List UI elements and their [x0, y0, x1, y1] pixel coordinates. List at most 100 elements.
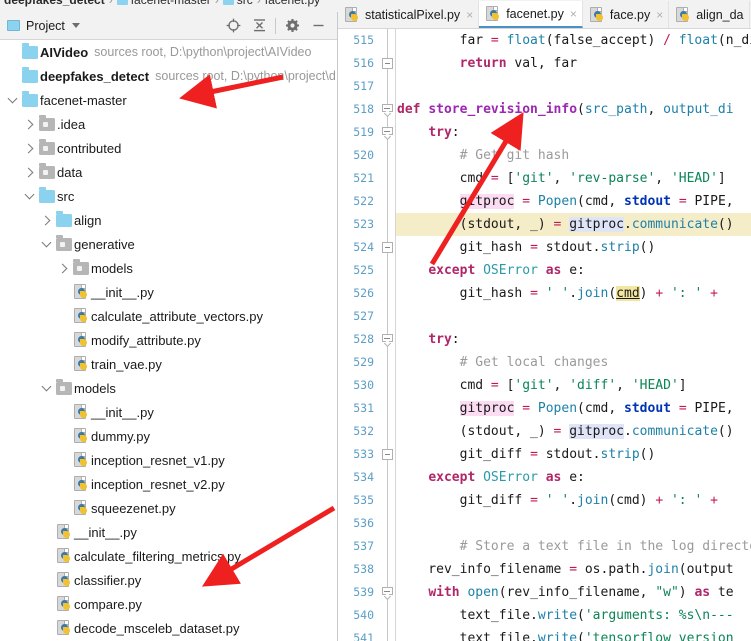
- tree-row[interactable]: src: [0, 184, 337, 208]
- tree-item-label: src: [57, 188, 75, 204]
- code-token: # Get local changes: [397, 355, 609, 370]
- code-token: cmd: [397, 378, 491, 393]
- chevron-down-icon[interactable]: [38, 376, 54, 400]
- editor-tab-bar[interactable]: statisticalPixel.py × facenet.py × face.py × a…: [338, 0, 751, 29]
- breadcrumb-item[interactable]: facenet-master: [116, 0, 211, 7]
- tree-row[interactable]: inception_resnet_v1.py: [0, 448, 337, 472]
- tree-row[interactable]: .idea: [0, 112, 337, 136]
- tree-item-label: compare.py: [74, 596, 142, 612]
- code-token: ): [647, 33, 664, 48]
- locate-icon[interactable]: [220, 13, 246, 39]
- chevron-right-icon[interactable]: [21, 160, 37, 184]
- chevron-right-icon[interactable]: [21, 136, 37, 160]
- tree-indent-spacer: [55, 280, 71, 304]
- code-token: except: [428, 470, 476, 485]
- close-icon[interactable]: ×: [569, 8, 577, 20]
- fold-collapse-icon[interactable]: [382, 242, 393, 253]
- tree-row[interactable]: classifier.py: [0, 568, 337, 592]
- fold-expand-icon[interactable]: [382, 334, 393, 348]
- close-icon[interactable]: ×: [465, 9, 473, 21]
- code-token: =: [530, 447, 538, 462]
- tree-row[interactable]: train_vae.py: [0, 352, 337, 376]
- editor-tab-active[interactable]: facenet.py ×: [479, 1, 583, 28]
- tree-row[interactable]: align: [0, 208, 337, 232]
- tree-row[interactable]: decode_msceleb_dataset.py: [0, 616, 337, 640]
- breadcrumb-item[interactable]: src: [222, 0, 253, 7]
- breadcrumb-separator: ›: [256, 0, 261, 7]
- project-panel-title-group[interactable]: Project: [0, 19, 80, 33]
- project-file-tree[interactable]: AIVideo sources root, D:\python\project\A…: [0, 40, 337, 641]
- tree-row[interactable]: AIVideo sources root, D:\python\project\A…: [0, 40, 337, 64]
- fold-collapse-icon[interactable]: [382, 449, 393, 460]
- tree-row[interactable]: contributed: [0, 136, 337, 160]
- collapse-all-icon[interactable]: [246, 13, 272, 39]
- tree-indent-spacer: [38, 520, 54, 544]
- code-token: as: [694, 585, 711, 600]
- tree-row[interactable]: __init__.py: [0, 520, 337, 544]
- close-icon[interactable]: ×: [655, 9, 663, 21]
- code-token: Popen: [537, 401, 578, 416]
- tree-row[interactable]: __init__.py: [0, 400, 337, 424]
- code-token: ,: [553, 378, 570, 393]
- code-token: (: [577, 102, 585, 117]
- tree-row[interactable]: models: [0, 256, 337, 280]
- tree-row[interactable]: dummy.py: [0, 424, 337, 448]
- code-token: git_diff: [397, 493, 531, 508]
- tree-row[interactable]: calculate_attribute_vectors.py: [0, 304, 337, 328]
- code-token: try: [428, 332, 452, 347]
- tree-row[interactable]: deepfakes_detect sources root, D:\python\…: [0, 64, 337, 88]
- code-editor[interactable]: 515 far = float(false_accept) / float(n_…: [338, 29, 751, 641]
- chevron-down-icon[interactable]: [38, 232, 54, 256]
- chevron-right-icon[interactable]: [21, 112, 37, 136]
- code-token: :: [451, 332, 460, 347]
- project-tool-window: Project AIVideo sources root, D:\python\…: [0, 12, 338, 641]
- chevron-down-icon[interactable]: [21, 184, 37, 208]
- tree-item-meta: sources root, D:\python\project\AIVideo: [94, 45, 312, 59]
- code-token: 'rev-parse': [569, 171, 656, 186]
- code-token: .: [624, 217, 632, 232]
- chevron-down-icon[interactable]: [71, 23, 80, 28]
- chevron-down-icon[interactable]: [4, 88, 20, 112]
- code-token: stdout: [624, 401, 671, 416]
- code-line: try:: [397, 328, 460, 351]
- fold-expand-icon[interactable]: [382, 104, 393, 118]
- python-file-icon: [56, 620, 72, 636]
- editor-tab[interactable]: face.py ×: [583, 1, 670, 28]
- code-token: # Get git hash: [397, 148, 570, 163]
- fold-collapse-icon[interactable]: [382, 58, 393, 69]
- breadcrumb-item[interactable]: facenet.py: [265, 0, 320, 7]
- tree-row[interactable]: squeezenet.py: [0, 496, 337, 520]
- code-token: ': ': [670, 286, 703, 301]
- code-token: Popen: [537, 194, 578, 209]
- editor-tab[interactable]: align_da: [669, 1, 750, 28]
- tree-item-icon: [71, 400, 91, 424]
- tree-row[interactable]: data: [0, 160, 337, 184]
- minimize-icon[interactable]: [305, 13, 331, 39]
- chevron-right-icon[interactable]: [55, 256, 71, 280]
- code-line: git_hash = ' '.join(cmd) + ': ' +: [397, 282, 718, 305]
- code-token: OSError: [483, 263, 538, 278]
- tree-row[interactable]: generative: [0, 232, 337, 256]
- tree-row[interactable]: calculate_filtering_metrics.py: [0, 544, 337, 568]
- gear-icon[interactable]: [279, 13, 305, 39]
- chevron-right-icon[interactable]: [38, 208, 54, 232]
- breadcrumb-item[interactable]: deepfakes_detect: [4, 0, 105, 7]
- tree-row[interactable]: inception_resnet_v2.py: [0, 472, 337, 496]
- fold-expand-icon[interactable]: [382, 587, 393, 601]
- tree-row[interactable]: __init__.py: [0, 280, 337, 304]
- tree-item-icon: [37, 136, 57, 160]
- tree-item-icon: [54, 376, 74, 400]
- tree-row[interactable]: compare.py: [0, 592, 337, 616]
- editor-tab[interactable]: statisticalPixel.py ×: [338, 1, 480, 28]
- tree-row[interactable]: facenet-master: [0, 88, 337, 112]
- fold-expand-icon[interactable]: [382, 127, 393, 141]
- tree-row[interactable]: models: [0, 376, 337, 400]
- code-token: 'git': [514, 171, 554, 186]
- code-token: 'HEAD': [631, 378, 679, 393]
- tree-item-icon: [37, 184, 57, 208]
- tree-row[interactable]: modify_attribute.py: [0, 328, 337, 352]
- editor-tab-label: align_da: [696, 7, 744, 22]
- tree-item-icon: [37, 112, 57, 136]
